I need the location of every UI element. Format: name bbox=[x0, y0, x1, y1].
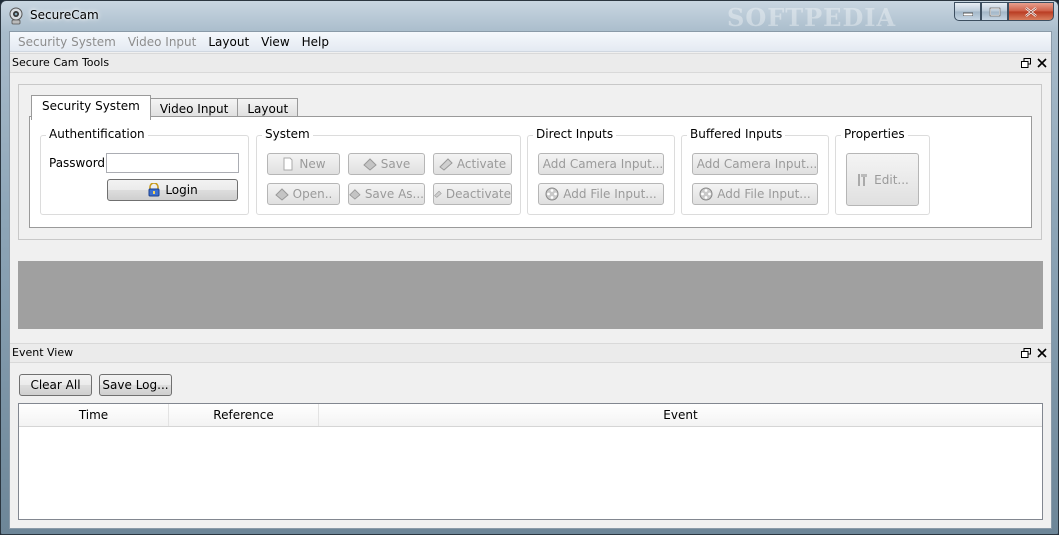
login-label: Login bbox=[165, 183, 198, 197]
event-table-header: Time Reference Event bbox=[19, 404, 1042, 427]
deactivate-button[interactable]: Deactivate bbox=[433, 183, 512, 205]
deactivate-icon bbox=[434, 190, 442, 198]
save-log-button[interactable]: Save Log... bbox=[99, 374, 172, 396]
film-reel-icon bbox=[699, 187, 713, 201]
buffered-add-camera-button[interactable]: Add Camera Input... bbox=[692, 153, 818, 175]
menu-video-input[interactable]: Video Input bbox=[124, 32, 205, 51]
webcam-icon bbox=[9, 7, 23, 25]
column-header-time[interactable]: Time bbox=[19, 404, 169, 426]
password-input[interactable] bbox=[106, 153, 239, 173]
clear-all-button[interactable]: Clear All bbox=[19, 374, 92, 396]
save-as-icon bbox=[349, 189, 361, 200]
open-icon bbox=[274, 188, 289, 201]
buffered-inputs-group-title: Buffered Inputs bbox=[687, 127, 786, 141]
direct-add-camera-button[interactable]: Add Camera Input... bbox=[538, 153, 664, 175]
menu-layout[interactable]: Layout bbox=[204, 32, 257, 51]
activate-label: Activate bbox=[456, 157, 507, 171]
minimize-icon bbox=[962, 12, 973, 16]
direct-inputs-group-title: Direct Inputs bbox=[533, 127, 617, 141]
direct-add-camera-label: Add Camera Input... bbox=[542, 157, 664, 171]
authentication-group-title: Authentification bbox=[46, 127, 148, 141]
tools-icon bbox=[858, 173, 868, 186]
maximize-button[interactable] bbox=[981, 2, 1008, 21]
tools-panel: Security System Video Input Layout Authe… bbox=[18, 84, 1042, 240]
watermark: SOFTPEDIA bbox=[727, 3, 897, 32]
tools-dock-titlebar[interactable]: Secure Cam Tools bbox=[10, 53, 1051, 73]
window-title: SecureCam bbox=[30, 8, 99, 22]
deactivate-label: Deactivate bbox=[445, 187, 511, 201]
menu-bar: Security System Video Input Layout View … bbox=[10, 32, 1051, 52]
save-label: Save bbox=[380, 157, 411, 171]
minimize-button[interactable] bbox=[954, 2, 981, 21]
activate-button[interactable]: Activate bbox=[433, 153, 512, 175]
column-header-event[interactable]: Event bbox=[319, 404, 1042, 426]
authentication-group: Authentification Password: Login bbox=[40, 127, 249, 215]
edit-properties-button[interactable]: Edit... bbox=[846, 153, 919, 206]
system-group: System New Save Activate Open.. Save As.… bbox=[256, 127, 521, 215]
new-button[interactable]: New bbox=[267, 153, 340, 175]
tab-security-system[interactable]: Security System bbox=[31, 95, 151, 120]
column-header-reference[interactable]: Reference bbox=[169, 404, 319, 426]
buffered-inputs-group: Buffered Inputs Add Camera Input... Add … bbox=[681, 127, 829, 215]
event-dock-titlebar[interactable]: Event View bbox=[10, 343, 1051, 363]
password-label: Password: bbox=[49, 156, 110, 170]
save-icon bbox=[363, 158, 377, 171]
app-window: SecureCam SOFTPEDIA Security System Vide… bbox=[0, 0, 1059, 535]
float-dock-icon[interactable] bbox=[1021, 348, 1031, 358]
direct-inputs-group: Direct Inputs Add Camera Input... Add Fi… bbox=[527, 127, 675, 215]
security-system-pane: Authentification Password: Login System … bbox=[29, 116, 1032, 228]
title-bar[interactable]: SecureCam SOFTPEDIA bbox=[1, 1, 1059, 32]
tools-dock-title: Secure Cam Tools bbox=[12, 56, 110, 69]
buffered-add-camera-label: Add Camera Input... bbox=[696, 157, 818, 171]
edit-label: Edit... bbox=[874, 172, 909, 187]
close-button[interactable] bbox=[1008, 2, 1054, 21]
float-dock-icon[interactable] bbox=[1021, 58, 1031, 68]
open-button[interactable]: Open.. bbox=[267, 183, 340, 205]
close-dock-icon[interactable] bbox=[1037, 348, 1047, 358]
menu-help[interactable]: Help bbox=[298, 32, 337, 51]
camera-view-area bbox=[18, 261, 1043, 329]
client-area: Security System Video Input Layout View … bbox=[9, 31, 1052, 529]
tools-tabbar: Security System Video Input Layout bbox=[31, 95, 299, 120]
close-dock-icon[interactable] bbox=[1037, 58, 1047, 68]
menu-view[interactable]: View bbox=[257, 32, 297, 51]
event-table: Time Reference Event bbox=[18, 403, 1043, 520]
film-reel-icon bbox=[545, 187, 559, 201]
new-file-icon bbox=[283, 157, 293, 171]
direct-add-file-button[interactable]: Add File Input... bbox=[538, 183, 664, 205]
buffered-add-file-button[interactable]: Add File Input... bbox=[692, 183, 818, 205]
save-as-label: Save As... bbox=[364, 187, 424, 201]
login-button[interactable]: Login bbox=[107, 179, 238, 201]
menu-security-system[interactable]: Security System bbox=[14, 32, 124, 51]
event-dock-title: Event View bbox=[12, 346, 74, 359]
properties-group: Properties Edit... bbox=[835, 127, 930, 215]
close-icon bbox=[1025, 6, 1037, 17]
system-group-title: System bbox=[262, 127, 313, 141]
direct-add-file-label: Add File Input... bbox=[563, 187, 657, 201]
lock-icon bbox=[148, 183, 160, 197]
save-button[interactable]: Save bbox=[348, 153, 425, 175]
properties-group-title: Properties bbox=[841, 127, 908, 141]
open-label: Open.. bbox=[292, 187, 333, 201]
save-as-button[interactable]: Save As... bbox=[348, 183, 425, 205]
new-label: New bbox=[299, 157, 326, 171]
activate-icon bbox=[439, 158, 453, 171]
maximize-icon bbox=[989, 7, 1000, 16]
buffered-add-file-label: Add File Input... bbox=[717, 187, 811, 201]
